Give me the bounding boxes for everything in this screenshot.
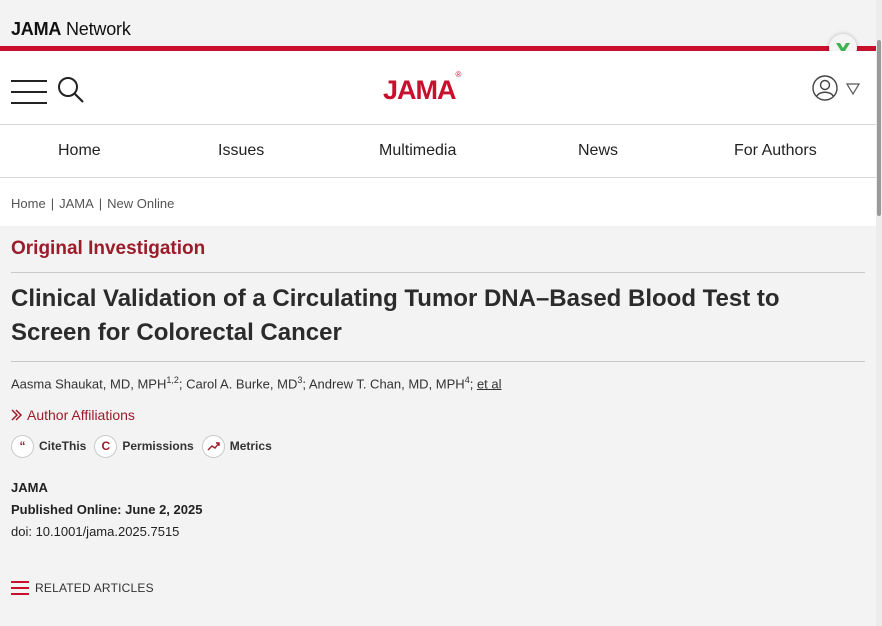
related-articles-label: RELATED ARTICLES — [35, 581, 154, 595]
author-affiliations-toggle[interactable]: Author Affiliations — [11, 407, 135, 423]
et-al-link[interactable]: et al — [477, 376, 502, 391]
doi[interactable]: doi: 10.1001/jama.2025.7515 — [11, 521, 202, 543]
journal-name: JAMA — [11, 480, 48, 495]
network-bar: JAMA Network — [0, 0, 876, 48]
copyright-icon: C — [94, 434, 118, 458]
related-articles-toggle[interactable]: RELATED ARTICLES — [11, 581, 154, 595]
nav-for-authors[interactable]: For Authors — [734, 142, 817, 160]
trend-chart-icon — [201, 434, 225, 458]
divider — [11, 272, 865, 273]
author-list: Aasma Shaukat, MD, MPH1,2; Carol A. Burk… — [11, 375, 502, 392]
main-nav: Home Issues Multimedia News For Authors — [0, 125, 876, 178]
page: JAMA Network JAMA® Home Issues Multimedi… — [0, 0, 882, 626]
article-tools: “ CiteThis C Permissions Metrics — [11, 434, 280, 458]
breadcrumb-jama[interactable]: JAMA — [59, 196, 94, 211]
breadcrumb-home[interactable]: Home — [11, 196, 46, 211]
search-icon[interactable] — [57, 76, 85, 104]
scrollbar-thumb[interactable] — [877, 40, 881, 216]
article-title: Clinical Validation of a Circulating Tum… — [11, 285, 780, 346]
user-account-icon[interactable] — [812, 75, 838, 101]
site-header: JAMA® — [0, 51, 876, 125]
metrics-button[interactable]: Metrics — [201, 434, 272, 458]
author-name[interactable]: Carol A. Burke, MD — [186, 376, 297, 391]
nav-news[interactable]: News — [578, 142, 618, 160]
breadcrumb-new-online[interactable]: New Online — [107, 196, 174, 211]
article-type: Original Investigation — [11, 238, 206, 259]
nav-issues[interactable]: Issues — [218, 142, 264, 160]
permissions-button[interactable]: C Permissions — [94, 434, 194, 458]
cite-this-button[interactable]: “ CiteThis — [11, 434, 86, 458]
double-chevron-right-icon — [11, 409, 23, 421]
menu-icon[interactable] — [11, 80, 47, 104]
nav-multimedia[interactable]: Multimedia — [379, 142, 456, 160]
author-name[interactable]: Aasma Shaukat, MD, MPH — [11, 376, 166, 391]
quote-icon: “ — [11, 434, 34, 458]
article-header: Original Investigation Clinical Validati… — [0, 226, 876, 626]
divider — [11, 361, 865, 362]
breadcrumb-area: Home | JAMA | New Online — [0, 178, 876, 226]
jama-network-logo[interactable]: JAMA Network — [11, 19, 131, 40]
breadcrumb: Home | JAMA | New Online — [11, 196, 175, 211]
published-date: Published Online: June 2, 2025 — [11, 502, 203, 517]
nav-home[interactable]: Home — [58, 142, 101, 160]
publication-meta: JAMA Published Online: June 2, 2025 doi:… — [11, 477, 202, 543]
dropdown-caret-icon[interactable] — [846, 83, 860, 95]
jama-logo[interactable]: JAMA® — [383, 70, 461, 106]
author-name[interactable]: Andrew T. Chan, MD, MPH — [309, 376, 465, 391]
list-icon — [11, 581, 29, 595]
author-affiliations-label: Author Affiliations — [27, 407, 135, 423]
